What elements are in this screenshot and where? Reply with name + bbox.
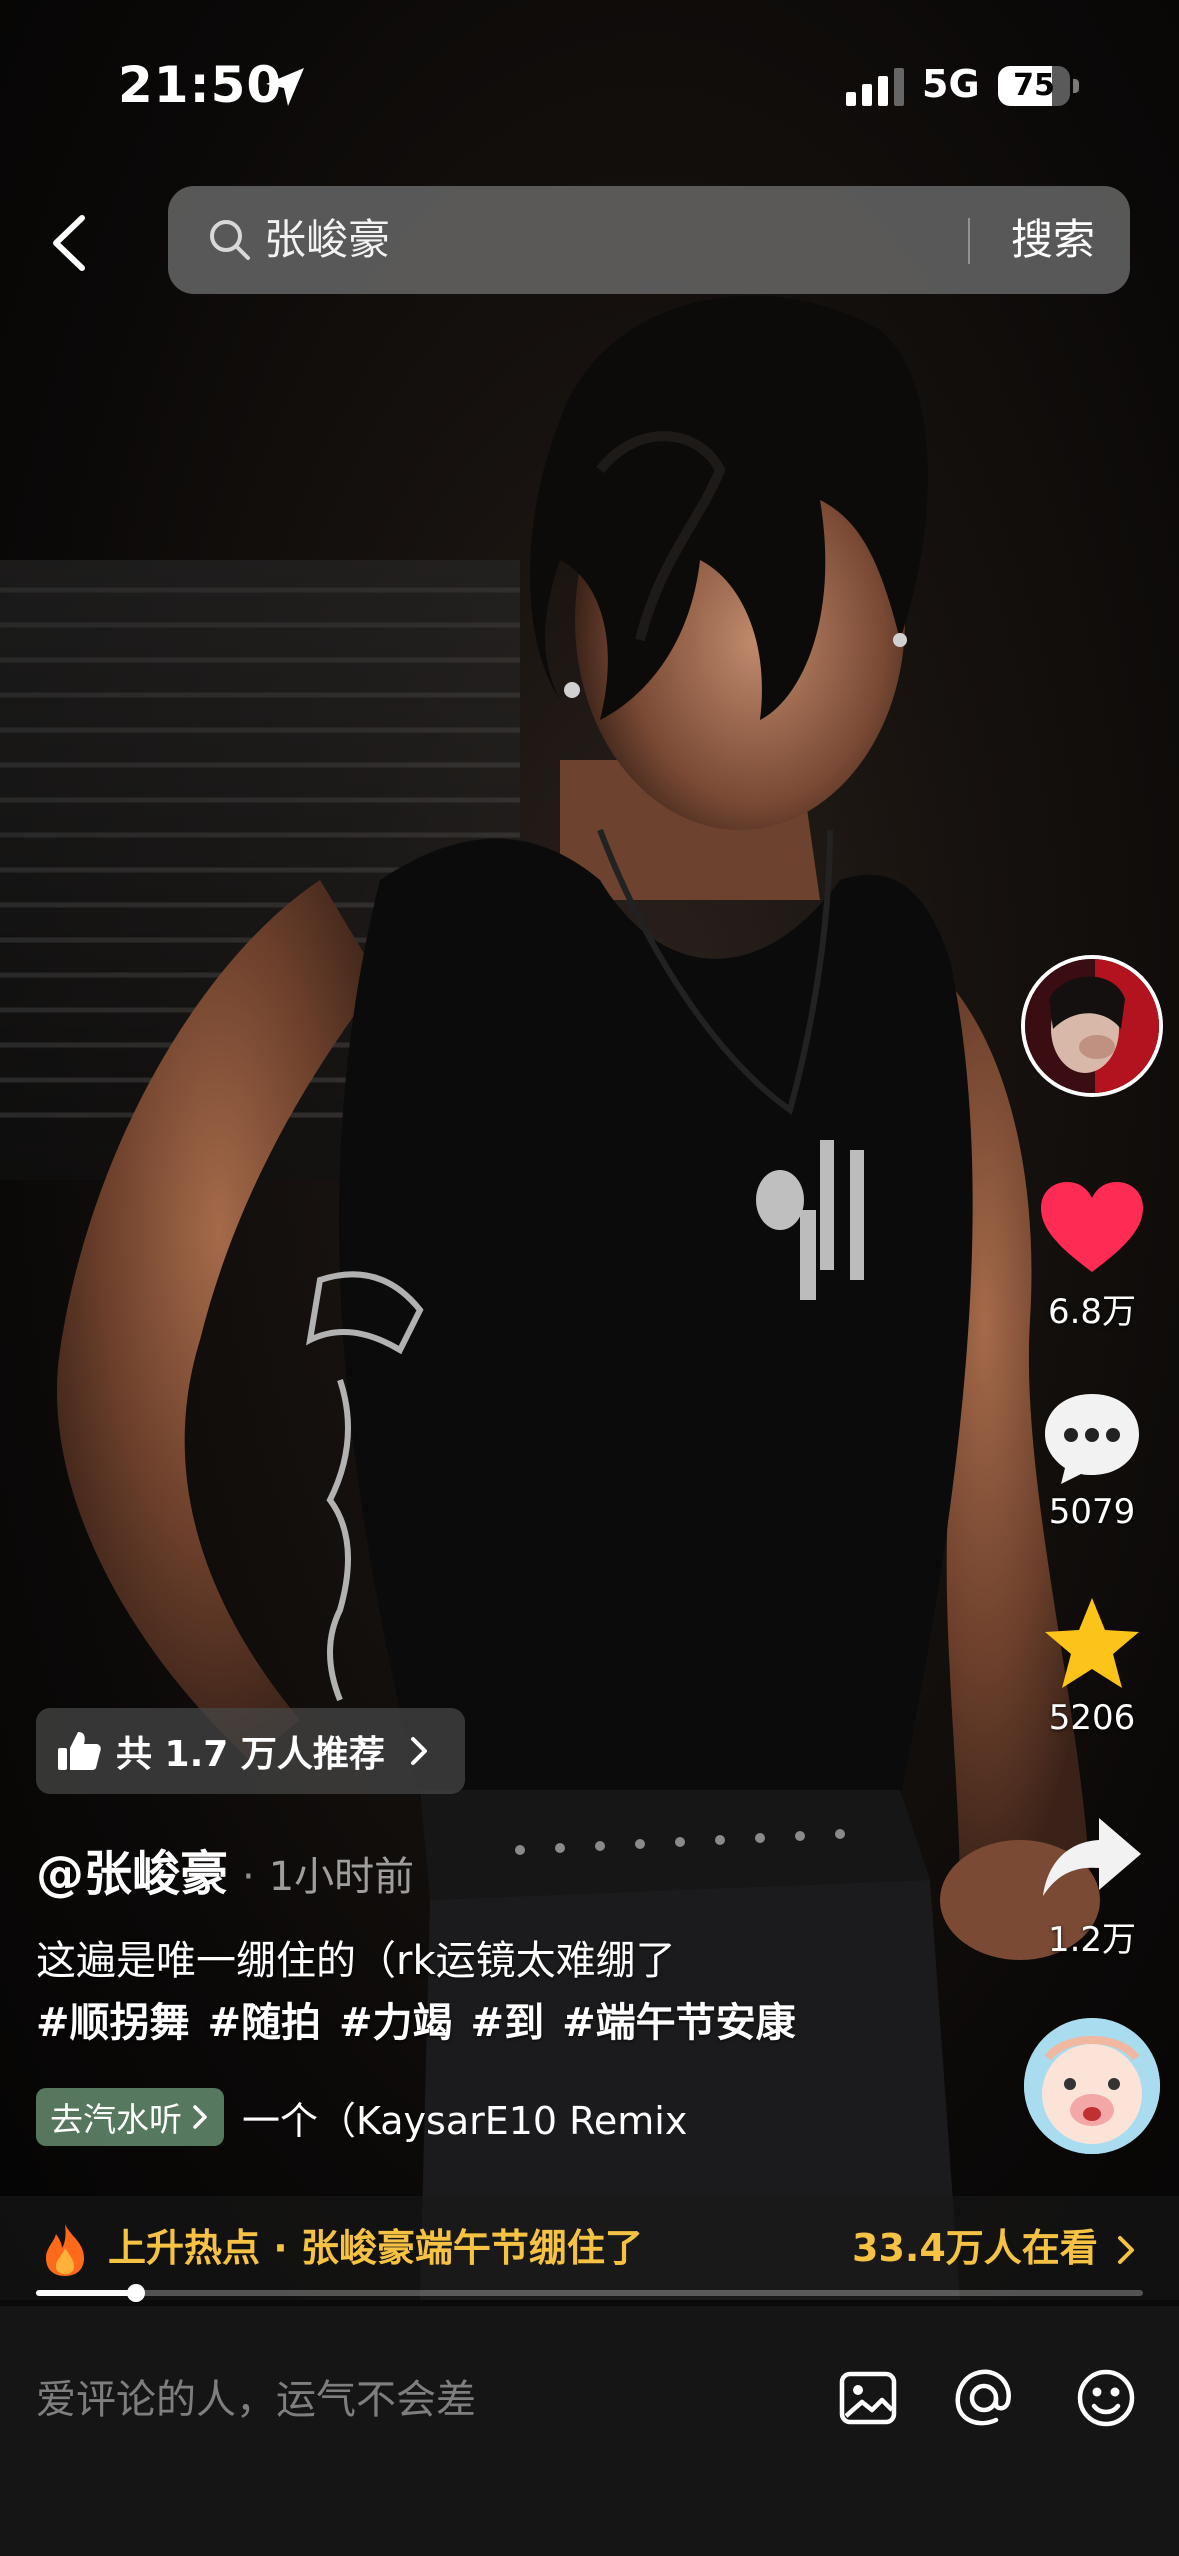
location-arrow-icon [266, 68, 304, 106]
heart-icon[interactable] [1037, 1180, 1147, 1280]
like-action[interactable]: 6.8万 [1030, 1180, 1154, 1333]
star-icon[interactable] [1037, 1594, 1147, 1694]
search-input[interactable]: 张峻豪 [264, 210, 390, 270]
signal-icon [846, 68, 904, 106]
video-progress-bar[interactable] [36, 2284, 1143, 2302]
hot-topic-viewers: 33.4万人在看 [852, 2226, 1098, 2270]
hashtag[interactable]: #顺拐舞 [36, 2000, 190, 2046]
fire-icon [46, 2224, 84, 2276]
search-button[interactable]: 搜索 [988, 210, 1118, 270]
comment-bar: 爱评论的人，运气不会差 [0, 2306, 1179, 2556]
network-type: 5G [922, 62, 980, 106]
caption-text: 这遍是唯一绷住的（rk运镜太难绷了 [36, 1938, 676, 1984]
favorite-count: 5206 [1048, 1698, 1136, 1738]
recommend-label: 共 1.7 万人推荐 [116, 1734, 385, 1775]
hashtag[interactable]: #力竭 [339, 2000, 453, 2046]
battery-icon: 75 [998, 66, 1080, 106]
post-time: 1小时前 [268, 1854, 415, 1900]
progress-fill [36, 2290, 136, 2296]
search-divider [968, 218, 970, 264]
progress-knob[interactable] [126, 2284, 145, 2302]
music-title[interactable]: 一个（KaysarE10 Remix [242, 2090, 722, 2145]
recommend-pill[interactable]: 共 1.7 万人推荐 [36, 1708, 465, 1794]
comment-action[interactable]: 5079 [1030, 1388, 1154, 1532]
back-icon[interactable] [40, 208, 100, 278]
image-icon[interactable] [834, 2364, 902, 2432]
separator-dot: · [242, 1854, 255, 1900]
share-action[interactable]: 1.2万 [1030, 1808, 1154, 1961]
music-cover-image [1024, 2018, 1160, 2154]
like-count: 6.8万 [1047, 1292, 1137, 1332]
comment-input[interactable]: 爱评论的人，运气不会差 [36, 2360, 796, 2440]
comment-count: 5079 [1048, 1492, 1136, 1532]
at-icon[interactable] [950, 2364, 1018, 2432]
favorite-action[interactable]: 5206 [1030, 1594, 1154, 1738]
search-bar[interactable]: 张峻豪 搜索 [168, 186, 1130, 294]
hashtag-list: #顺拐舞 #随拍 #力竭 #到 #端午节安康 [36, 1992, 976, 2054]
hot-topic-bar[interactable]: 上升热点 · 张峻豪端午节绷住了 33.4万人在看 [0, 2196, 1179, 2300]
search-icon [210, 220, 250, 260]
battery-percent: 75 [1013, 68, 1055, 103]
chevron-right-icon [410, 1737, 427, 1765]
chevron-right-icon [1118, 2236, 1134, 2264]
comment-icon[interactable] [1037, 1388, 1147, 1488]
hot-topic-label: 上升热点 · 张峻豪端午节绷住了 [108, 2226, 643, 2270]
author-name[interactable]: @张峻豪 [36, 1834, 228, 1904]
status-time: 21:50 [118, 56, 283, 114]
video-screen: 21:50 5G 75 张峻豪 搜索 6.8万 5079 5206 1.2万 共… [0, 0, 1179, 2556]
music-disc[interactable] [1024, 2018, 1160, 2154]
hashtag[interactable]: #端午节安康 [562, 2000, 796, 2046]
author-avatar[interactable] [1021, 955, 1163, 1097]
post-caption[interactable]: 这遍是唯一绷住的（rk运镜太难绷了 #顺拐舞 #随拍 #力竭 #到 #端午节安康 [36, 1930, 976, 2054]
hashtag[interactable]: #到 [471, 2000, 545, 2046]
share-icon[interactable] [1037, 1808, 1147, 1908]
author-line: @张峻豪 · 1小时前 [36, 1834, 414, 1904]
music-row: 去汽水听 一个（KaysarE10 Remix [36, 2088, 722, 2146]
chevron-right-icon [193, 2105, 207, 2129]
hashtag[interactable]: #随拍 [208, 2000, 322, 2046]
emoji-icon[interactable] [1072, 2364, 1140, 2432]
author-avatar-image [1025, 959, 1159, 1093]
music-chip-label: 去汽水听 [50, 2100, 182, 2139]
share-count: 1.2万 [1047, 1920, 1137, 1960]
thumbs-up-icon [58, 1732, 101, 1770]
music-chip[interactable]: 去汽水听 [36, 2088, 224, 2146]
